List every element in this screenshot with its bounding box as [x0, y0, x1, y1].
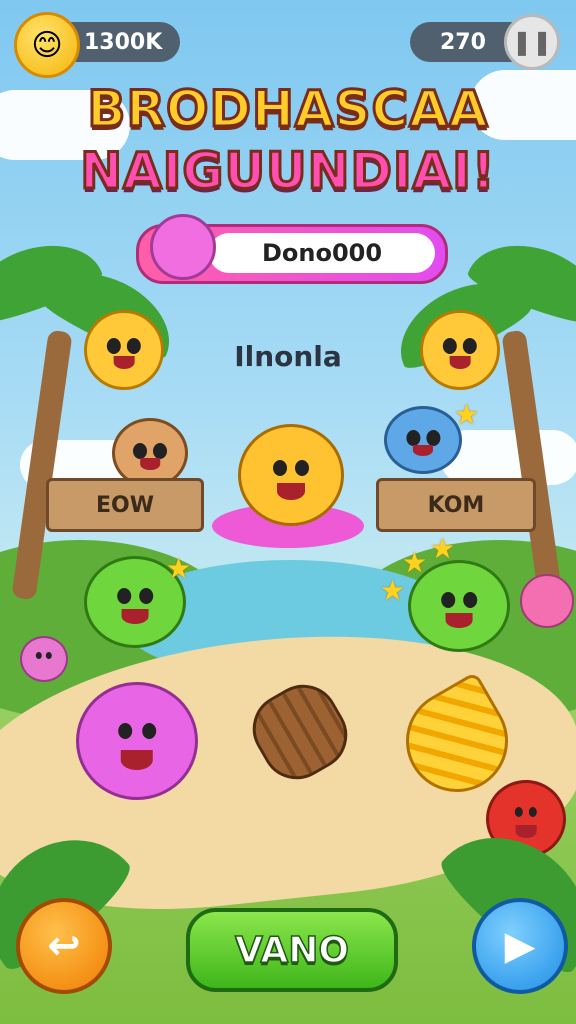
- pause-icon: ❚❚: [511, 28, 553, 56]
- pause-button[interactable]: ❚❚: [504, 14, 560, 70]
- blue-mouse-character[interactable]: [384, 406, 462, 474]
- star-icon: ★: [166, 552, 192, 585]
- yellow-bunny-character[interactable]: [84, 310, 164, 390]
- main-yellow-hero-character[interactable]: [238, 424, 344, 526]
- title-line-2: NAIGUUNDIAI!: [79, 141, 496, 202]
- sign-right: KOM: [376, 478, 536, 532]
- banner-label: Dono000: [209, 233, 435, 273]
- star-icon: ★: [430, 532, 456, 565]
- play-arrow-icon: ▶: [504, 923, 536, 969]
- title-line-1: BRODHASCAA: [86, 79, 489, 140]
- play-button[interactable]: VANO: [186, 908, 398, 992]
- back-button[interactable]: ↩: [16, 898, 112, 994]
- sign-left: EOW: [46, 478, 204, 532]
- coin-count: 1300K: [84, 29, 163, 55]
- game-scene: 1300K 😊 270 ❚❚ BRODHASCAA NAIGUUNDIAI! D…: [0, 0, 576, 1024]
- star-icon: ★: [402, 546, 428, 579]
- pink-flower-icon: [520, 574, 574, 628]
- pink-fuzzy-creature[interactable]: [76, 682, 198, 800]
- flower-creature-icon: [150, 214, 216, 280]
- yellow-bunny-character[interactable]: [420, 310, 500, 390]
- star-icon: ★: [454, 398, 480, 431]
- small-pink-creature[interactable]: [20, 636, 68, 682]
- smiley-coin-icon: 😊: [14, 12, 80, 78]
- forward-button[interactable]: ▶: [472, 898, 568, 994]
- back-arrow-icon: ↩: [47, 923, 81, 969]
- score-value: 270: [440, 29, 486, 55]
